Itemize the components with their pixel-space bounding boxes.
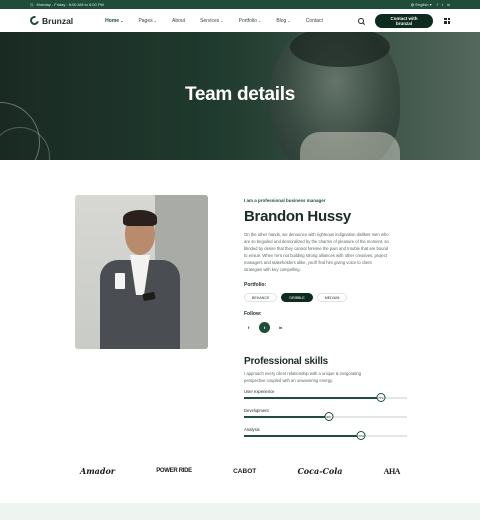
nav-item-blog[interactable]: Blog ⌄ (276, 18, 290, 24)
brand-name: Brunzal (42, 15, 74, 26)
nav-item-contact[interactable]: Contact (306, 18, 323, 24)
skill-label: Analysis (244, 427, 260, 432)
brand-logo-amador: Amador (80, 466, 115, 476)
grid-menu-icon[interactable] (444, 17, 450, 24)
skills-title: Professional skills (244, 356, 329, 367)
portfolio-label: Portfolio: (244, 282, 267, 288)
banner-portrait-collar (300, 132, 400, 160)
language-selector[interactable]: ◍ English ▾ (411, 2, 432, 7)
nav-item-home[interactable]: Home ⌄ (105, 18, 123, 24)
skill-bar: User experience 75% (244, 389, 407, 403)
member-role: I am a professional business manager (244, 198, 326, 203)
chevron-down-icon: ⌄ (287, 18, 291, 23)
skills-section: Professional skills I approach every cli… (244, 356, 407, 441)
skill-bar: Development 40% (244, 408, 407, 422)
nav-item-pages[interactable]: Pages ⌄ (138, 18, 157, 24)
skill-bar: Analysis 60% (244, 427, 407, 441)
portfolio-dribble[interactable]: DRIBBLE (281, 293, 313, 302)
portfolio-links: BEHANCE DRIBBLE MEDIUM (244, 293, 414, 302)
facebook-icon[interactable]: f (244, 323, 253, 332)
brand-logo-aha: AHA (383, 466, 401, 476)
brand-logo-cabot: CABOT (233, 467, 257, 475)
nav-menu: Home ⌄ Pages ⌄ About Services ⌄ Portfolio ⌄ … (105, 18, 338, 24)
linkedin-icon[interactable]: in (447, 2, 450, 7)
portfolio-behance[interactable]: BEHANCE (244, 293, 278, 302)
brand-logo-coca-cola: Coca-Cola (297, 466, 343, 476)
team-member-photo (75, 195, 208, 349)
portfolio-medium[interactable]: MEDIUM (316, 293, 348, 302)
member-name: Brandon Hussy (244, 208, 351, 225)
page-title: Team details (184, 84, 296, 105)
page-banner: Team details (0, 32, 480, 160)
skill-fill (244, 416, 329, 418)
nav-item-services[interactable]: Services ⌄ (200, 18, 224, 24)
brand-logo-power-ride: POWER RIDE (156, 467, 192, 474)
top-bar: ◷ Monday - Friday : 8:00 AM to 6:00 PM ◍… (0, 0, 480, 9)
search-icon[interactable] (358, 17, 364, 24)
linkedin-icon[interactable]: in (276, 323, 285, 332)
footer-top (0, 503, 480, 520)
topbar-right: ◍ English ▾ f t in (411, 2, 450, 7)
business-hours: Monday - Friday : 8:00 AM to 6:00 PM (36, 2, 104, 7)
skill-list: User experience 75% Development 40% Anal… (244, 389, 407, 441)
nav-item-portfolio[interactable]: Portfolio ⌄ (239, 18, 262, 24)
twitter-icon[interactable]: t (442, 2, 443, 7)
hours-block: ◷ Monday - Friday : 8:00 AM to 6:00 PM (30, 2, 104, 7)
main-navbar: Brunzal Home ⌄ Pages ⌄ About Services ⌄ Por… (0, 9, 480, 32)
contact-button[interactable]: Contact with brunzal (375, 13, 433, 28)
clock-icon: ◷ (30, 2, 34, 7)
skill-percent-badge: 75% (376, 393, 386, 403)
skill-fill (244, 397, 381, 399)
twitter-icon[interactable]: t (259, 322, 270, 333)
member-info: I am a professional business manager Bra… (244, 198, 414, 333)
logo-icon (28, 14, 41, 27)
skills-description: I approach every client relationship wit… (244, 371, 362, 383)
chevron-down-icon: ⌄ (257, 18, 262, 23)
nav-actions: Contact with brunzal (358, 13, 450, 28)
skill-track: 60% (244, 431, 407, 441)
follow-links: f t in (244, 322, 414, 333)
chevron-down-icon: ⌄ (153, 18, 157, 23)
skill-percent-badge: 60% (356, 431, 366, 441)
photo-hair (123, 210, 157, 226)
brand-logos: Amador POWER RIDE CABOT Coca-Cola AHA (0, 458, 480, 484)
member-bio: On the other hands, we denounce with rig… (244, 232, 389, 272)
facebook-icon[interactable]: f (437, 2, 438, 7)
photo-cup (115, 273, 125, 289)
chevron-down-icon: ⌄ (220, 18, 224, 23)
follow-label: Follow: (244, 311, 262, 317)
skill-track: 40% (244, 412, 407, 422)
logo[interactable]: Brunzal (28, 14, 74, 27)
skill-percent-badge: 40% (324, 412, 334, 422)
decorative-circle (0, 127, 50, 160)
skill-track: 75% (244, 393, 407, 403)
nav-item-about[interactable]: About (172, 18, 185, 24)
topbar-social: f t in (437, 2, 450, 7)
chevron-down-icon: ⌄ (120, 18, 124, 23)
skill-fill (244, 435, 362, 437)
